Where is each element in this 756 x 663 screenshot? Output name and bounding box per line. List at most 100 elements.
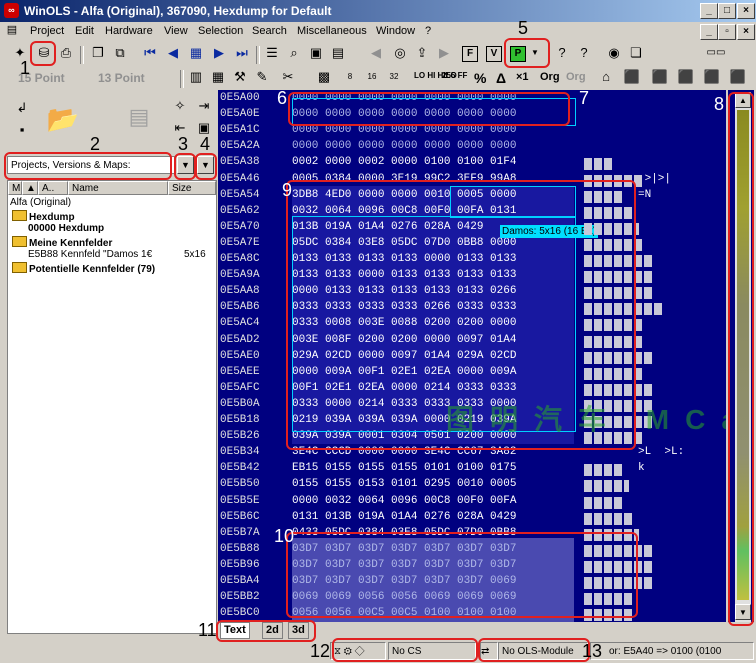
hex-row[interactable]: EB15 0155 0155 0155 0101 0100 0175 [292, 462, 516, 474]
hex-row[interactable]: 0155 0155 0153 0101 0295 0010 0005 [292, 478, 516, 490]
tree-item-kennfelder-folder[interactable]: Meine Kennfelder [12, 236, 112, 249]
chip-green-icon[interactable]: ⬛ [650, 67, 670, 87]
col-a-sort[interactable]: ▲ [22, 181, 38, 195]
tree-item-potential-folder[interactable]: Potentielle Kennfelder (79) [12, 262, 155, 275]
original-button-2[interactable]: Org [566, 71, 586, 83]
annotation-box-11 [216, 620, 316, 642]
menu-selection[interactable]: Selection [198, 25, 243, 37]
menu-project[interactable]: Project [30, 25, 64, 37]
menu-hardware[interactable]: Hardware [105, 25, 153, 37]
layout-icon[interactable]: ▭▭ [700, 43, 732, 63]
menu-miscellaneous[interactable]: Miscellaneous [297, 25, 367, 37]
col-name[interactable]: Name [68, 181, 168, 195]
32bit-icon[interactable]: 32 [384, 67, 404, 87]
maximize-button[interactable]: □ [718, 3, 736, 19]
ascii-text: >|>| [638, 172, 672, 185]
scissors-icon[interactable]: ✂ [278, 67, 298, 87]
back-icon[interactable]: ◀ [366, 43, 386, 63]
last-icon[interactable]: ⏭ [232, 43, 252, 63]
v-icon[interactable]: V [486, 46, 502, 62]
point-size-b[interactable]: 13 Point [98, 71, 145, 85]
delta-button[interactable]: Δ [496, 70, 506, 86]
minimize-button[interactable]: _ [700, 3, 718, 19]
tree-item-map[interactable]: E5B88 Kennfeld "Damos 1€ [28, 249, 168, 260]
gauge-icon[interactable]: ◎ [390, 43, 410, 63]
close-button[interactable]: × [737, 3, 755, 19]
hex-row[interactable]: 0000 0000 0000 0000 0000 0000 0000 [292, 140, 516, 152]
hex-row[interactable]: 0131 013B 019A 01A4 0276 028A 0429 [292, 511, 516, 523]
hex-address: 0E5A54 [220, 188, 260, 201]
context-help-icon[interactable]: ? [574, 43, 594, 63]
hex-ff-button[interactable]: 255 FF [442, 71, 467, 80]
first-icon[interactable]: ⏮ [140, 43, 160, 63]
window-cascade-icon[interactable]: ❏ [626, 43, 646, 63]
hex-address: 0E5AD2 [220, 333, 260, 346]
menu-help[interactable]: ? [425, 25, 431, 37]
16bit-icon[interactable]: 16 [362, 67, 382, 87]
ruler-icon[interactable]: ✎ [252, 67, 272, 87]
tree-item-project[interactable]: Alfa (Original) [10, 197, 71, 208]
table-icon[interactable]: ▩ [314, 67, 334, 87]
grid-icon[interactable]: ▦ [186, 43, 206, 63]
hex-address: 0E5AE0 [220, 349, 260, 362]
factor-button[interactable]: ×1 [516, 71, 529, 83]
stack-icon[interactable]: ▤ [328, 43, 348, 63]
next-icon[interactable]: ▶ [209, 43, 229, 63]
window-icon[interactable]: ❐ [88, 43, 108, 63]
columns-icon[interactable]: ▦ [208, 67, 228, 87]
col-a[interactable]: A.. [38, 181, 68, 195]
mdi-minimize-button[interactable]: _ [700, 24, 718, 40]
menu-view[interactable]: View [164, 25, 188, 37]
mdi-close-button[interactable]: × [737, 24, 755, 40]
document-icon[interactable]: ▤ [4, 22, 20, 38]
hex-address: 0E5B34 [220, 446, 260, 459]
pin-icon[interactable]: ↲ [12, 98, 32, 118]
ecu-gray-icon[interactable]: ▤ [124, 104, 154, 130]
original-button[interactable]: Org [540, 71, 560, 83]
hex-address: 0E5A00 [220, 92, 260, 104]
hex-address: 0E5A1C [220, 124, 260, 137]
import-icon[interactable]: ⇥ [194, 96, 214, 116]
forward-icon[interactable]: ▶ [434, 43, 454, 63]
chip-blue-icon[interactable]: ⬛ [728, 67, 748, 87]
hammer-icon[interactable]: ⚒ [230, 67, 250, 87]
menu-window[interactable]: Window [376, 25, 415, 37]
tag-icon[interactable]: ⌂ [596, 67, 616, 87]
menu-edit[interactable]: Edit [75, 25, 94, 37]
hex-row[interactable]: 0000 0032 0064 0096 00C8 00F0 00FA [292, 495, 516, 507]
f-icon[interactable]: F [462, 46, 478, 62]
annotation-box-2 [4, 152, 172, 180]
map-icon[interactable]: ▣ [306, 43, 326, 63]
hex-address: 0E5B0A [220, 397, 260, 410]
help-icon[interactable]: ? [552, 43, 572, 63]
project-tree[interactable]: M ▲ A.. Name Size Alfa (Original) Hexdum… [7, 180, 217, 634]
copy-icon[interactable]: ⧉ [110, 43, 130, 63]
prev-icon[interactable]: ◀ [163, 43, 183, 63]
hex-row[interactable]: 0002 0000 0002 0000 0100 0100 01F4 [292, 156, 516, 168]
chip-red-icon[interactable]: ⬛ [676, 67, 696, 87]
8bit-icon[interactable]: 8 [340, 67, 360, 87]
tree-item-hexdump-folder[interactable]: Hexdump [12, 210, 75, 223]
mdi-restore-button[interactable]: ▫ [718, 24, 736, 40]
list-icon[interactable]: ☰ [262, 43, 282, 63]
save-icon[interactable]: ▪ [12, 120, 32, 140]
menu-search[interactable]: Search [252, 25, 287, 37]
folder-icon [12, 236, 27, 247]
open-folder-icon[interactable]: 📂 [46, 104, 80, 134]
col-size[interactable]: Size [168, 181, 216, 195]
winols-app-icon[interactable]: ∞ [4, 3, 19, 18]
find-map-icon[interactable]: ⌕ [284, 43, 304, 63]
col-m[interactable]: M [8, 181, 22, 195]
eye-icon[interactable]: ◉ [604, 43, 624, 63]
tree-item-hexdump[interactable]: 00000 Hexdump [28, 223, 104, 234]
percent-button[interactable]: % [474, 70, 486, 86]
hex-address: 0E5AC4 [220, 317, 260, 330]
bars-icon[interactable]: ▥ [186, 67, 206, 87]
chip-yellow-icon[interactable]: ⬛ [702, 67, 722, 87]
hex-address: 0E5A7E [220, 236, 260, 249]
wand-small-icon[interactable]: ✧ [170, 96, 190, 116]
upload-icon[interactable]: ⇪ [412, 43, 432, 63]
chip-icon[interactable]: ⬛ [622, 67, 642, 87]
printer-icon[interactable]: ⎙ [56, 43, 76, 63]
hex-address: 0E5BB2 [220, 591, 260, 604]
